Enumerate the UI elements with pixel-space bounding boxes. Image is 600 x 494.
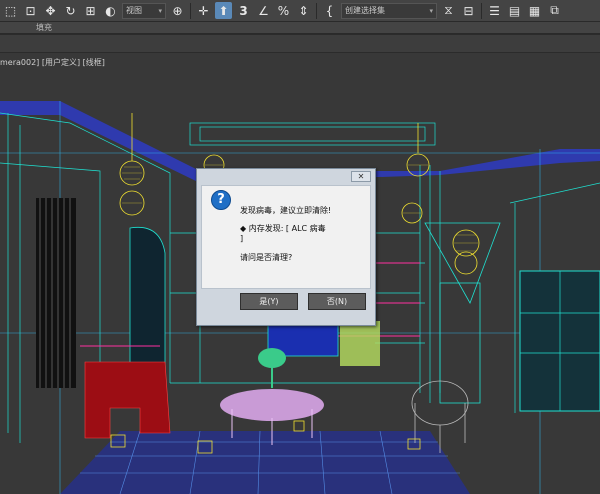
memory-found-message-end: ]	[240, 234, 244, 243]
viewport-label[interactable]: mera002] [用户定义] [线框]	[0, 57, 105, 68]
toolbar-subbar: 填充	[0, 22, 600, 34]
mirror-icon[interactable]: ⧖	[440, 2, 457, 19]
named-selection-set-dropdown[interactable]: 创建选择集 ▾	[341, 2, 437, 19]
column	[439, 282, 481, 404]
edit-named-selection-icon[interactable]: {	[321, 2, 338, 19]
material-editor-icon[interactable]: ▦	[526, 2, 543, 19]
angle-snap-icon[interactable]: ∠	[255, 2, 272, 19]
yes-button[interactable]: 是(Y)	[240, 293, 298, 310]
no-button[interactable]: 否(N)	[308, 293, 366, 310]
reference-coordinate-dropdown[interactable]: 视图 ▾	[122, 2, 166, 19]
align-icon[interactable]: ⊟	[460, 2, 477, 19]
render-setup-icon[interactable]: ⧉	[546, 2, 563, 19]
fill-label: 填充	[36, 23, 52, 32]
scale-icon[interactable]: ⊞	[82, 2, 99, 19]
chevron-down-icon: ▾	[429, 6, 433, 15]
pivot-center-icon[interactable]: ⊕	[169, 2, 186, 19]
ribbon-band	[0, 35, 600, 52]
layer-explorer-icon[interactable]: ☰	[486, 2, 503, 19]
coffee-table	[220, 389, 324, 421]
clean-question: 请问是否清理?	[240, 253, 293, 262]
select-region-icon[interactable]: ⬚	[2, 2, 19, 19]
placement-icon[interactable]: ◐	[102, 2, 119, 19]
toolbar-divider	[481, 2, 482, 19]
snap-3d-icon[interactable]: 3	[235, 2, 252, 19]
wall-art	[340, 321, 380, 366]
arch-doorway	[129, 226, 166, 384]
question-icon: ?	[211, 190, 231, 210]
reference-coordinate-value: 视图	[126, 6, 142, 15]
dialog-footer: 是(Y) 否(N)	[201, 289, 371, 323]
window-crossing-icon[interactable]: ⊡	[22, 2, 39, 19]
virus-alert-dialog: ✕ ? 发现病毒，建议立即清除! ◆ 内存发现: [ ALC 病毒 ] 请问是否…	[196, 168, 376, 326]
floor-grid	[60, 431, 470, 494]
main-toolbar: ⬚ ⊡ ✥ ↻ ⊞ ◐ 视图 ▾ ⊕ ✛ ⬆ 3 ∠ % ⇕ { 创建选择集 ▾…	[0, 0, 600, 22]
scene-explorer-icon[interactable]: ▤	[506, 2, 523, 19]
move-icon[interactable]: ✥	[42, 2, 59, 19]
memory-found-message: ◆ 内存发现: [ ALC 病毒	[240, 224, 326, 233]
select-manipulate-icon[interactable]: ✛	[195, 2, 212, 19]
named-selection-set-value: 创建选择集	[345, 6, 385, 15]
percent-snap-icon[interactable]: %	[275, 2, 292, 19]
rotate-icon[interactable]: ↻	[62, 2, 79, 19]
virus-found-message: 发现病毒，建议立即清除!	[240, 206, 332, 215]
toolbar-divider	[316, 2, 317, 19]
chevron-down-icon: ▾	[158, 6, 162, 15]
spinner-snap-icon[interactable]: ⇕	[295, 2, 312, 19]
keyboard-shortcut-override-icon[interactable]: ⬆	[215, 2, 232, 19]
close-button[interactable]: ✕	[351, 170, 371, 182]
red-chair	[84, 361, 171, 439]
dialog-titlebar: ✕	[197, 169, 375, 183]
toolbar-divider	[190, 2, 191, 19]
